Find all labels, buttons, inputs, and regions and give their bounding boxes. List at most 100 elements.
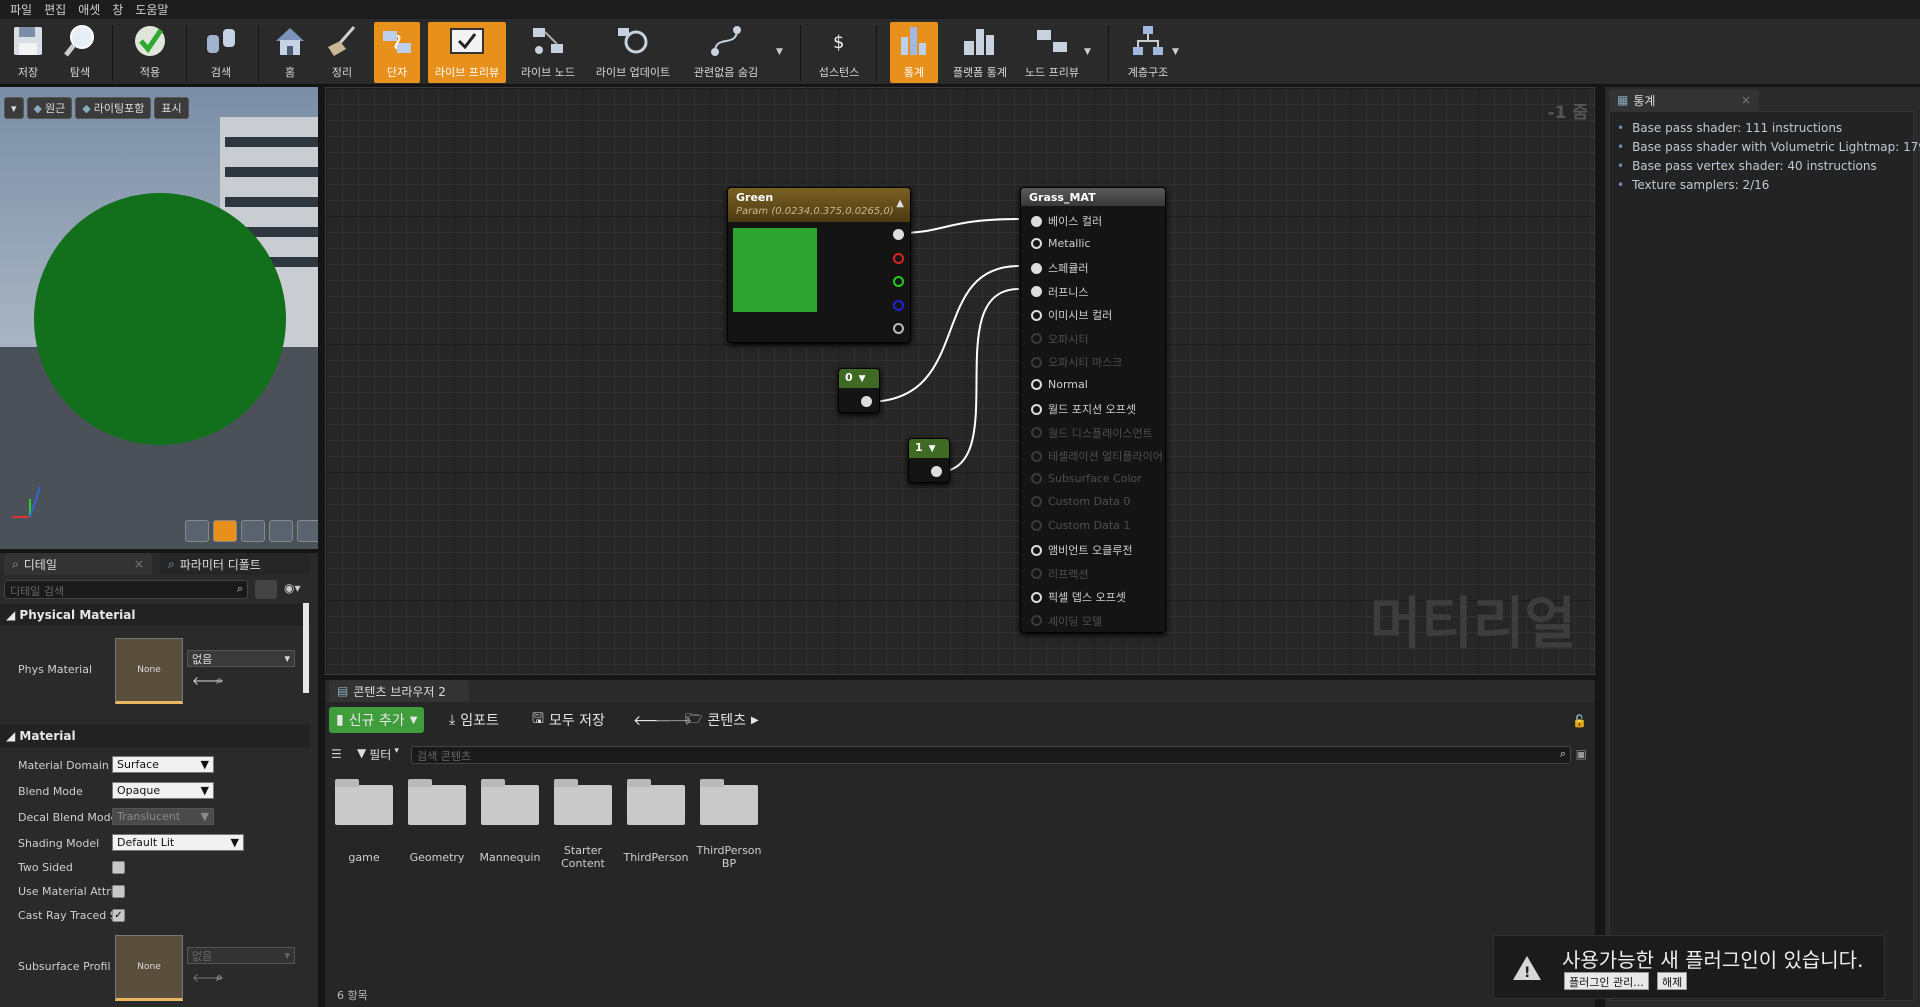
hide-unrelated-button[interactable]: 관련없음 숨김 xyxy=(686,22,766,83)
folder-icon[interactable] xyxy=(408,779,466,825)
two-sided-checkbox[interactable] xyxy=(112,861,125,874)
import-button[interactable]: ⤓ 임포트 xyxy=(449,707,499,733)
output-pin-g[interactable] xyxy=(893,276,904,290)
plane-preview-button[interactable] xyxy=(241,520,265,542)
tab-content-browser[interactable]: ▤ 콘텐츠 브라우저 2 xyxy=(329,680,469,702)
cast-ray-traced-checkbox[interactable]: ✓ xyxy=(112,909,125,922)
search-icon[interactable]: ⌕ xyxy=(216,970,223,985)
content-search-input[interactable]: 검색 콘텐츠 ⌕ xyxy=(411,746,1571,764)
material-input-pin[interactable]: 월드 디스플레이스먼트 xyxy=(1031,425,1153,441)
details-search-input[interactable]: 디테일 검색 ⌕ xyxy=(4,580,248,599)
material-input-pin[interactable]: 셰이딩 모델 xyxy=(1031,613,1102,629)
use-material-attributes-checkbox[interactable] xyxy=(112,885,125,898)
param-node-green[interactable]: Green Param (0.0234,0.375,0.0265,0) ▲ xyxy=(727,187,911,343)
menu-window[interactable]: 창 xyxy=(112,1,123,18)
cube-preview-button[interactable] xyxy=(269,520,293,542)
material-domain-select[interactable]: Surface ▼ xyxy=(112,756,214,773)
output-pin-r[interactable] xyxy=(893,253,904,267)
menu-file[interactable]: 파일 xyxy=(10,1,32,18)
phys-material-combo[interactable]: 없음 ▾ xyxy=(187,650,295,667)
material-input-pin[interactable]: 월드 포지션 오프셋 xyxy=(1031,401,1136,417)
folder-icon[interactable] xyxy=(335,779,393,825)
instance-button[interactable]: $ 섭스턴스 xyxy=(812,22,866,83)
material-input-pin[interactable]: Normal xyxy=(1031,378,1088,391)
output-pin-rgb[interactable] xyxy=(893,229,904,243)
tab-stats[interactable]: ▦ 통계 × xyxy=(1609,89,1759,111)
constant-node-1[interactable]: 1 ▼ xyxy=(908,438,950,483)
blend-mode-select[interactable]: Opaque ▼ xyxy=(112,782,214,799)
constant-node-0[interactable]: 0 ▼ xyxy=(838,368,880,413)
filter-button[interactable]: ▼ 필터 ▾ xyxy=(357,746,399,763)
material-input-pin[interactable]: 픽셀 뎁스 오프셋 xyxy=(1031,589,1126,605)
folder-label[interactable]: Starter Content xyxy=(543,844,623,870)
subsurface-thumbnail[interactable]: None xyxy=(115,935,183,1001)
viewport-options-button[interactable]: ▾ xyxy=(4,97,24,119)
output-pin-b[interactable] xyxy=(893,300,904,314)
add-new-button[interactable]: ▮ 신규 추가 ▼ xyxy=(329,707,425,733)
search-button[interactable]: 검색 xyxy=(199,22,243,83)
material-graph[interactable]: -1 줌 머티리얼 Green Param (0.0234,0.375,0.02… xyxy=(325,87,1595,675)
shading-model-select[interactable]: Default Lit ▼ xyxy=(112,834,244,851)
content-path-button[interactable]: 🗁 콘텐츠 ▶ xyxy=(685,707,759,733)
folder-label[interactable]: game xyxy=(324,851,404,864)
material-input-pin[interactable]: 스페큘러 xyxy=(1031,260,1088,276)
show-button[interactable]: 표시 xyxy=(154,97,189,119)
connectors-button[interactable]: 단자 xyxy=(374,22,420,83)
material-input-pin[interactable]: 러프니스 xyxy=(1031,284,1088,300)
material-input-pin[interactable]: 테셀레이션 멀티플라이어 xyxy=(1031,448,1163,464)
material-input-pin[interactable]: 리프랙션 xyxy=(1031,566,1088,582)
apply-button[interactable]: 적용 xyxy=(128,22,172,83)
phys-material-thumbnail[interactable]: None xyxy=(115,638,183,704)
material-input-pin[interactable]: 앰비언트 오클루전 xyxy=(1031,542,1132,558)
material-input-pin[interactable]: 오파시티 마스크 xyxy=(1031,354,1122,370)
close-icon[interactable]: × xyxy=(1741,93,1751,107)
material-input-pin[interactable]: Custom Data 1 xyxy=(1031,519,1130,532)
tab-details[interactable]: ⌕ 디테일 × xyxy=(4,553,152,575)
eye-icon[interactable]: ◉▾ xyxy=(284,581,301,595)
hierarchy-button[interactable]: 계층구조 xyxy=(1120,22,1176,83)
sphere-preview-button[interactable] xyxy=(213,520,237,542)
decal-blend-select[interactable]: Translucent ▼ xyxy=(112,808,214,825)
folder-label[interactable]: ThirdPerson BP xyxy=(689,844,769,870)
live-preview-button[interactable]: 라이브 프리뷰 xyxy=(428,22,506,83)
manage-plugins-button[interactable]: 플러그인 관리... xyxy=(1564,972,1649,990)
menu-help[interactable]: 도움말 xyxy=(135,1,168,18)
menu-asset[interactable]: 애셋 xyxy=(78,1,100,18)
tab-parameter-defaults[interactable]: ⌕ 파라미터 디폴트 xyxy=(160,553,310,575)
view-options-button[interactable] xyxy=(255,580,277,599)
output-pin-a[interactable] xyxy=(893,323,904,337)
perspective-button[interactable]: ◆ 원근 xyxy=(26,97,73,119)
dropdown-arrow-icon[interactable]: ▼ xyxy=(776,47,783,57)
material-input-pin[interactable]: Metallic xyxy=(1031,237,1091,250)
save-all-button[interactable]: 🖫 모두 저장 xyxy=(532,707,605,733)
search-icon[interactable]: ⌕ xyxy=(216,673,223,688)
collapse-arrow-icon[interactable]: ▲ xyxy=(896,198,904,209)
live-nodes-button[interactable]: 라이브 노드 xyxy=(516,22,580,83)
folder-label[interactable]: ThirdPerson xyxy=(616,851,696,864)
lock-icon[interactable]: 🔓 xyxy=(1572,714,1587,728)
save-button[interactable]: 저장 xyxy=(6,22,50,83)
mesh-preview-button[interactable] xyxy=(297,520,318,542)
folder-label[interactable]: Geometry xyxy=(397,851,477,864)
material-input-pin[interactable]: 이미시브 컬러 xyxy=(1031,307,1112,323)
section-physical-material[interactable]: ◢ Physical Material xyxy=(0,604,310,626)
folder-label[interactable]: Mannequin xyxy=(470,851,550,864)
output-pin[interactable] xyxy=(861,396,872,410)
sources-toggle-icon[interactable]: ☰ xyxy=(331,747,342,761)
cylinder-preview-button[interactable] xyxy=(185,520,209,542)
home-button[interactable]: 홈 xyxy=(268,22,312,83)
menu-edit[interactable]: 편집 xyxy=(44,1,66,18)
live-update-button[interactable]: 라이브 업데이트 xyxy=(590,22,676,83)
platform-stats-button[interactable]: 플랫폼 통계 xyxy=(946,22,1014,83)
dismiss-button[interactable]: 해제 xyxy=(1657,972,1688,990)
folder-icon[interactable] xyxy=(700,779,758,825)
subsurface-combo[interactable]: 없음 ▾ xyxy=(187,947,295,964)
material-input-pin[interactable]: 오파시티 xyxy=(1031,331,1088,347)
folder-icon[interactable] xyxy=(627,779,685,825)
browse-button[interactable]: 탐색 xyxy=(58,22,102,83)
preview-viewport[interactable] xyxy=(0,87,318,549)
output-pin[interactable] xyxy=(931,466,942,480)
node-preview-button[interactable]: 노드 프리뷰 xyxy=(1020,22,1084,83)
dropdown-arrow-icon[interactable]: ▼ xyxy=(1172,47,1179,57)
folder-icon[interactable] xyxy=(481,779,539,825)
